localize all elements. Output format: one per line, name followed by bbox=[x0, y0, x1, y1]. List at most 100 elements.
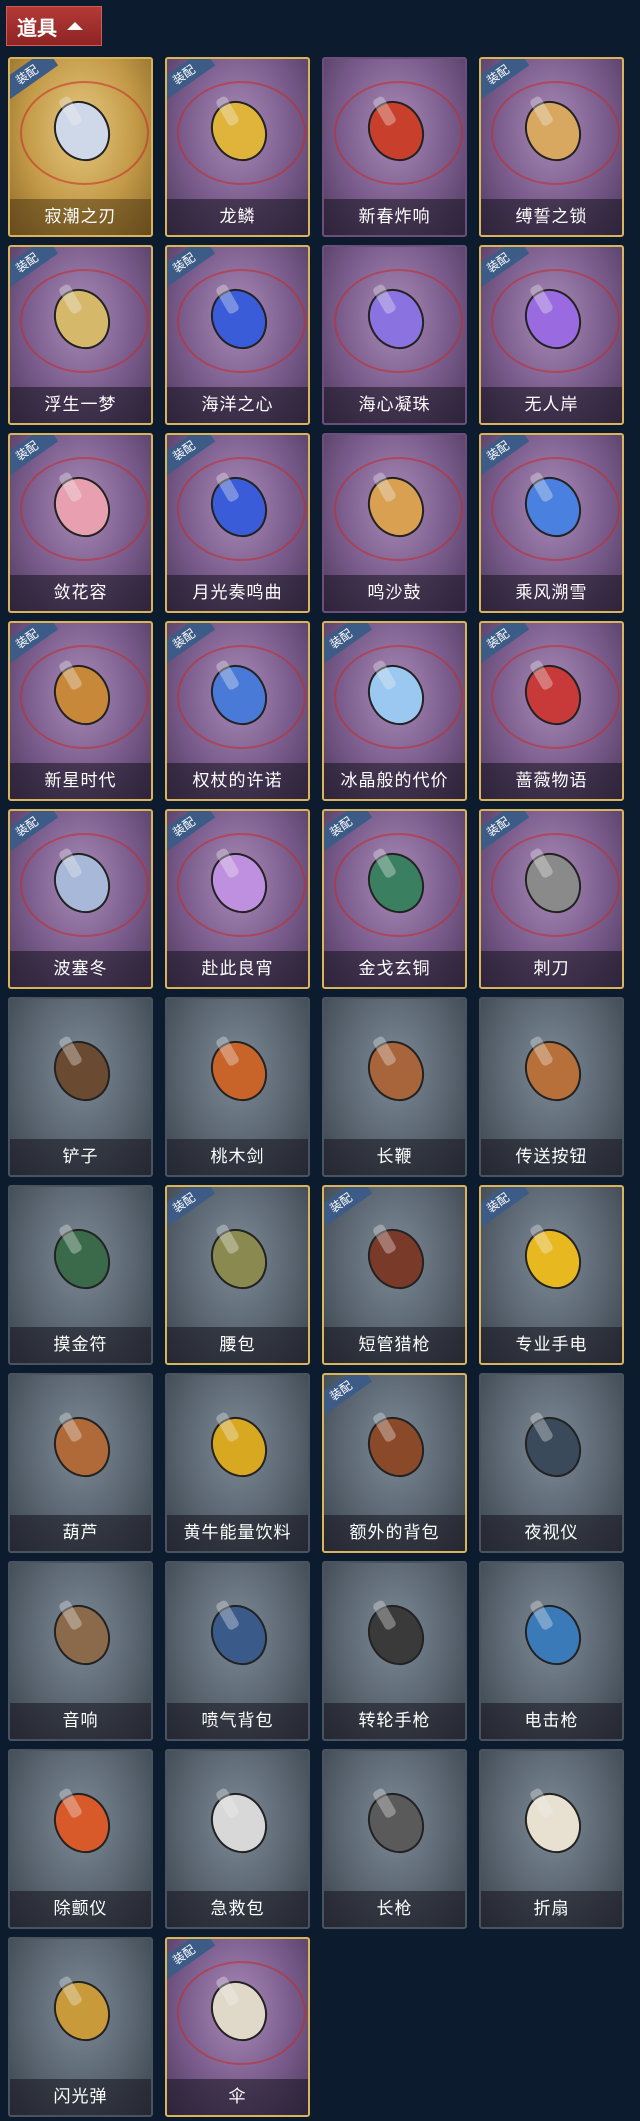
item-card[interactable]: 装配 权杖的许诺 bbox=[165, 621, 310, 801]
item-card[interactable]: 鸣沙鼓 bbox=[322, 433, 467, 613]
item-label: 金戈玄铜 bbox=[324, 951, 465, 987]
item-card[interactable]: 装配 额外的背包 bbox=[322, 1373, 467, 1553]
item-label: 冰晶般的代价 bbox=[324, 763, 465, 799]
item-card[interactable]: 装配 冰晶般的代价 bbox=[322, 621, 467, 801]
item-card[interactable]: 装配 腰包 bbox=[165, 1185, 310, 1365]
item-card[interactable]: 转轮手枪 bbox=[322, 1561, 467, 1741]
item-card[interactable]: 装配 月光奏鸣曲 bbox=[165, 433, 310, 613]
item-card[interactable]: 装配 海洋之心 bbox=[165, 245, 310, 425]
item-label: 专业手电 bbox=[481, 1327, 622, 1363]
item-card[interactable]: 折扇 bbox=[479, 1749, 624, 1929]
item-card[interactable]: 装配 刺刀 bbox=[479, 809, 624, 989]
piano-icon bbox=[210, 472, 268, 538]
item-card[interactable]: 装配 乘风溯雪 bbox=[479, 433, 624, 613]
item-label: 敛花容 bbox=[10, 575, 151, 611]
item-label: 折扇 bbox=[481, 1891, 622, 1927]
item-label: 传送按钮 bbox=[481, 1139, 622, 1175]
item-label: 电击枪 bbox=[481, 1703, 622, 1739]
item-grid: 装配 寂潮之刃 装配 龙鳞 新春炸响 装配 缚誓之锁装配 浮生一梦 装配 海洋之心 海心凝珠 装配 无人… bbox=[0, 0, 640, 2121]
item-card[interactable]: 装配 专业手电 bbox=[479, 1185, 624, 1365]
item-label: 桃木剑 bbox=[167, 1139, 308, 1175]
item-label: 夜视仪 bbox=[481, 1515, 622, 1551]
item-card[interactable]: 葫芦 bbox=[8, 1373, 153, 1553]
item-card[interactable]: 夜视仪 bbox=[479, 1373, 624, 1553]
item-card[interactable]: 摸金符 bbox=[8, 1185, 153, 1365]
item-card[interactable]: 装配 新星时代 bbox=[8, 621, 153, 801]
trident-icon bbox=[53, 848, 111, 914]
item-card[interactable]: 装配 缚誓之锁 bbox=[479, 57, 624, 237]
item-card[interactable]: 传送按钮 bbox=[479, 997, 624, 1177]
item-card[interactable]: 装配 浮生一梦 bbox=[8, 245, 153, 425]
item-card[interactable]: 装配 蔷薇物语 bbox=[479, 621, 624, 801]
wooden-sword-icon bbox=[210, 1036, 268, 1102]
fan-lantern-icon bbox=[210, 848, 268, 914]
scepter-icon bbox=[210, 660, 268, 726]
item-card[interactable]: 黄牛能量饮料 bbox=[165, 1373, 310, 1553]
spear-icon bbox=[367, 1788, 425, 1854]
item-label: 浮生一梦 bbox=[10, 387, 151, 423]
item-card[interactable]: 电击枪 bbox=[479, 1561, 624, 1741]
item-label: 鸣沙鼓 bbox=[324, 575, 465, 611]
first-aid-kit-icon bbox=[210, 1788, 268, 1854]
radio-icon bbox=[53, 1600, 111, 1666]
item-card[interactable]: 除颤仪 bbox=[8, 1749, 153, 1929]
jetpack-icon bbox=[210, 1600, 268, 1666]
heart-necklace-icon bbox=[210, 284, 268, 350]
item-label: 长枪 bbox=[324, 1891, 465, 1927]
flashlight-icon bbox=[524, 1224, 582, 1290]
item-card[interactable]: 铲子 bbox=[8, 997, 153, 1177]
item-label: 音响 bbox=[10, 1703, 151, 1739]
item-card[interactable]: 长鞭 bbox=[322, 997, 467, 1177]
item-label: 新星时代 bbox=[10, 763, 151, 799]
item-label: 长鞭 bbox=[324, 1139, 465, 1175]
item-card[interactable]: 装配 赴此良宵 bbox=[165, 809, 310, 989]
item-card[interactable]: 装配 短管猎枪 bbox=[322, 1185, 467, 1365]
remote-button-icon bbox=[524, 1036, 582, 1102]
defibrillator-icon bbox=[53, 1788, 111, 1854]
item-label: 摸金符 bbox=[10, 1327, 151, 1363]
lantern-icon bbox=[524, 472, 582, 538]
item-label: 无人岸 bbox=[481, 387, 622, 423]
ice-lotus-icon bbox=[367, 660, 425, 726]
item-label: 刺刀 bbox=[481, 951, 622, 987]
item-label: 海洋之心 bbox=[167, 387, 308, 423]
item-card[interactable]: 装配 寂潮之刃 bbox=[8, 57, 153, 237]
item-card[interactable]: 桃木剑 bbox=[165, 997, 310, 1177]
item-card[interactable]: 装配 金戈玄铜 bbox=[322, 809, 467, 989]
folding-fan-icon bbox=[524, 1788, 582, 1854]
waist-bag-icon bbox=[210, 1224, 268, 1290]
item-card[interactable]: 闪光弹 bbox=[8, 1937, 153, 2117]
item-card[interactable]: 急救包 bbox=[165, 1749, 310, 1929]
flashbang-icon bbox=[53, 1976, 111, 2042]
blade-icon bbox=[53, 96, 111, 162]
item-label: 新春炸响 bbox=[324, 199, 465, 235]
knife-icon bbox=[524, 848, 582, 914]
item-card[interactable]: 装配 龙鳞 bbox=[165, 57, 310, 237]
item-label: 波塞冬 bbox=[10, 951, 151, 987]
umbrella-icon bbox=[210, 1976, 268, 2042]
pistol-icon bbox=[367, 1600, 425, 1666]
item-card[interactable]: 新春炸响 bbox=[322, 57, 467, 237]
scroll-icon bbox=[53, 284, 111, 350]
item-label: 额外的背包 bbox=[324, 1515, 465, 1551]
item-label: 除颤仪 bbox=[10, 1891, 151, 1927]
item-card[interactable]: 装配 无人岸 bbox=[479, 245, 624, 425]
item-label: 铲子 bbox=[10, 1139, 151, 1175]
item-label: 赴此良宵 bbox=[167, 951, 308, 987]
medkit-icon bbox=[524, 660, 582, 726]
item-label: 月光奏鸣曲 bbox=[167, 575, 308, 611]
backpack-icon bbox=[367, 1412, 425, 1478]
item-card[interactable]: 装配伞 bbox=[165, 1937, 310, 2117]
item-card[interactable]: 海心凝珠 bbox=[322, 245, 467, 425]
item-card[interactable]: 装配 波塞冬 bbox=[8, 809, 153, 989]
item-card[interactable]: 装配 敛花容 bbox=[8, 433, 153, 613]
tooth-amulet-icon bbox=[53, 1224, 111, 1290]
perfume-bottle-icon bbox=[524, 284, 582, 350]
item-label: 葫芦 bbox=[10, 1515, 151, 1551]
taser-gun-icon bbox=[524, 1600, 582, 1666]
item-label: 伞 bbox=[167, 2079, 308, 2115]
item-card[interactable]: 喷气背包 bbox=[165, 1561, 310, 1741]
item-card[interactable]: 音响 bbox=[8, 1561, 153, 1741]
item-label: 蔷薇物语 bbox=[481, 763, 622, 799]
item-card[interactable]: 长枪 bbox=[322, 1749, 467, 1929]
